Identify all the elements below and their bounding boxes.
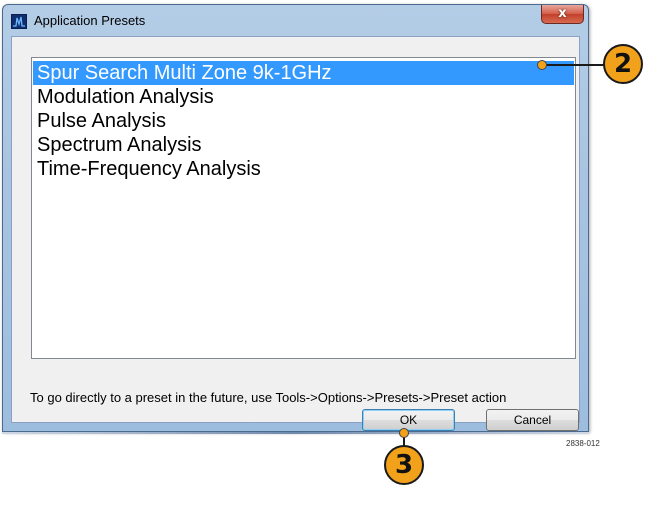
ok-button[interactable]: OK [362, 409, 455, 431]
window-title: Application Presets [34, 13, 146, 28]
preset-item-pulse-analysis[interactable]: Pulse Analysis [33, 109, 574, 133]
dialog-body: Spur Search Multi Zone 9k-1GHz Modulatio… [11, 36, 580, 431]
window-bottom-edge [2, 432, 589, 434]
cancel-button[interactable]: Cancel [486, 409, 579, 431]
callout-step-2: 2 [603, 44, 643, 84]
callout-2-dot [537, 60, 547, 70]
presets-list[interactable]: Spur Search Multi Zone 9k-1GHz Modulatio… [31, 57, 576, 359]
callout-3-dot [399, 428, 409, 438]
close-button[interactable]: x [541, 5, 584, 24]
application-presets-dialog: Application Presets x Spur Search Multi … [2, 4, 589, 432]
close-icon: x [558, 6, 567, 21]
preset-item-time-frequency-analysis[interactable]: Time-Frequency Analysis [33, 157, 574, 181]
callout-2-leader [543, 64, 605, 66]
title-bar[interactable]: Application Presets x [3, 5, 588, 35]
preset-item-modulation-analysis[interactable]: Modulation Analysis [33, 85, 574, 109]
app-icon [11, 14, 27, 29]
figure-id: 2838-012 [566, 439, 600, 448]
preset-hint-text: To go directly to a preset in the future… [30, 390, 507, 405]
preset-item-spectrum-analysis[interactable]: Spectrum Analysis [33, 133, 574, 157]
callout-step-3: 3 [384, 445, 424, 485]
preset-item-spur-search[interactable]: Spur Search Multi Zone 9k-1GHz [33, 61, 574, 85]
